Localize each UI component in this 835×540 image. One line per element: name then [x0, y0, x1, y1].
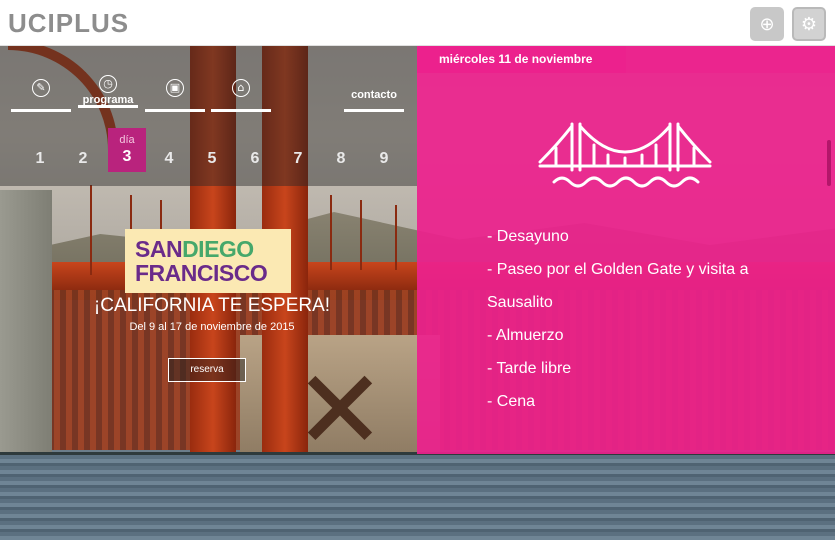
itinerary-item: - Desayuno	[487, 228, 569, 245]
nav-item-contacto[interactable]: contacto	[344, 78, 404, 112]
logo-san: SAN	[135, 236, 183, 262]
clock-icon: ◷	[99, 75, 117, 93]
bridge-cable	[395, 205, 397, 270]
panel-scrollbar[interactable]	[827, 140, 831, 186]
pencil-icon: ✎	[32, 79, 50, 97]
panel-date-tab: miércoles 11 de noviembre	[417, 46, 626, 73]
itinerary-item: - Almuerzo	[487, 327, 564, 344]
settings-icon: ⚙	[800, 13, 818, 35]
reserve-button[interactable]: reserva	[168, 358, 246, 382]
panel-header-strip	[626, 46, 835, 73]
itinerary-item: Sausalito	[487, 294, 553, 311]
logo-diego: DIEGO	[182, 236, 254, 262]
top-bar: UCIPLUS ⊕ ⚙	[0, 0, 835, 46]
day-5[interactable]: 5	[199, 146, 225, 172]
logo-francisco: FRANCISCO	[135, 260, 268, 286]
day-2[interactable]: 2	[70, 146, 96, 172]
bridge-cable	[360, 200, 362, 270]
uciplus-logo[interactable]: UCIPLUS	[8, 9, 129, 37]
add-user-button[interactable]: ⊕	[750, 7, 784, 41]
promo-tagline: ¡CALIFORNIA TE ESPERA!	[93, 295, 331, 316]
itinerary-item: - Tarde libre	[487, 360, 572, 377]
nav-item-label: contacto	[351, 89, 397, 101]
bridge-cable	[90, 185, 92, 275]
stone-pillar	[0, 190, 52, 460]
building-icon: ▣	[166, 79, 184, 97]
day-7[interactable]: 7	[285, 146, 311, 172]
panel-date-label: miércoles 11 de noviembre	[439, 52, 593, 66]
itinerary-item: - Paseo por el Golden Gate y visita a	[487, 261, 749, 278]
sea	[0, 455, 835, 540]
bridge-cable	[330, 195, 332, 270]
day-8[interactable]: 8	[328, 146, 354, 172]
settings-button[interactable]: ⚙	[792, 7, 826, 41]
day-6[interactable]: 6	[242, 146, 268, 172]
nav-item-pencil[interactable]: ✎	[11, 78, 71, 112]
day-selector: 1 2 4 5 6 7 8 9	[0, 118, 417, 167]
nav-item-building[interactable]: ▣	[145, 78, 205, 112]
day-1[interactable]: 1	[27, 146, 53, 172]
add-user-icon: ⊕	[759, 13, 775, 35]
promo-dates: Del 9 al 17 de noviembre de 2015	[129, 321, 295, 333]
itinerary-item: - Cena	[487, 393, 536, 410]
nav-item-label: programa	[82, 94, 134, 106]
golden-gate-bridge-icon	[538, 122, 712, 188]
day-9[interactable]: 9	[371, 146, 397, 172]
day-4[interactable]: 4	[156, 146, 182, 172]
home-icon: ⌂	[232, 79, 250, 97]
san-diego-francisco-logo: SANDIEGO FRANCISCO	[125, 229, 291, 293]
nav-item-home[interactable]: ⌂	[211, 78, 271, 112]
itinerary-list: - Desayuno - Paseo por el Golden Gate y …	[487, 220, 787, 418]
nav-item-programa[interactable]: ◷ programa	[78, 74, 138, 108]
